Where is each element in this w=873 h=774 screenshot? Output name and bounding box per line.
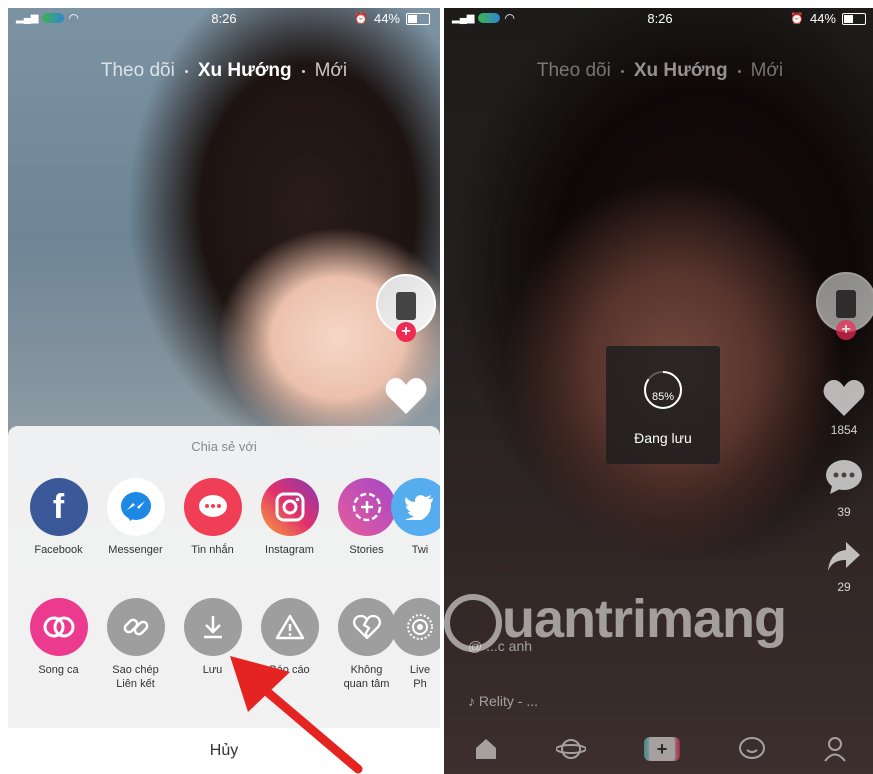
saving-dialog: 85% Đang lưu (606, 346, 720, 464)
inbox-icon[interactable] (738, 736, 766, 762)
red-arrow-icon (230, 656, 363, 774)
share-label: Facebook (34, 544, 83, 556)
share-facebook[interactable]: f Facebook (20, 478, 97, 557)
home-icon[interactable] (473, 737, 499, 761)
music-title: Relity - ... (478, 693, 539, 709)
messenger-icon (106, 478, 165, 536)
left-screen: ▂▄▆ ◠ 8:26 ⏰ 44% Theo dõi Xu Hướng Mới +… (8, 8, 440, 774)
discover-icon[interactable] (556, 736, 587, 762)
follow-plus-icon[interactable]: + (396, 322, 416, 342)
alarm-icon: ⏰ (354, 13, 368, 25)
plus-icon: + (648, 737, 675, 761)
share-twitter[interactable]: Twi (391, 478, 440, 557)
action-label: Song ca (38, 664, 79, 676)
action-copy-link[interactable]: Sao chép Liên kết (97, 598, 174, 691)
caption-music[interactable]: ♪ Relity - ... (468, 693, 538, 709)
saving-label: Đang lưu (634, 430, 692, 446)
progress-ring-icon (644, 371, 682, 409)
status-bar: ▂▄▆ ◠ 8:26 ⏰ 44% (8, 8, 440, 30)
share-label: Twi (411, 544, 429, 556)
tab-trending[interactable]: Xu Hướng (198, 60, 292, 82)
instagram-icon (260, 478, 319, 536)
battery-icon (406, 12, 430, 25)
right-screen: ▂▄▆ ◠ 8:26 ⏰ 44% Theo dõi Xu Hướng Mới +… (444, 8, 873, 774)
duet-icon (29, 598, 88, 656)
share-message[interactable]: Tin nhắn (174, 478, 251, 557)
tab-new[interactable]: Mới (315, 60, 348, 82)
link-icon (106, 598, 165, 656)
feed-tabs: Theo dõi Xu Hướng Mới (444, 60, 873, 82)
alarm-icon: ⏰ (790, 13, 804, 25)
share-label: Tin nhắn (191, 544, 234, 556)
share-count: 29 (837, 580, 851, 594)
share-label: Instagram (265, 544, 314, 556)
create-video-button[interactable]: + (643, 737, 680, 761)
tab-new[interactable]: Mới (751, 60, 784, 82)
like-count: 1854 (830, 423, 858, 437)
caption-username[interactable]: @ ...c anh (468, 638, 532, 654)
share-label: Stories (349, 544, 384, 556)
profile-icon[interactable] (823, 736, 847, 762)
share-label: Messenger (108, 544, 163, 556)
tab-following[interactable]: Theo dõi (101, 60, 175, 82)
share-row-apps: f Facebook Messenger Tin nhắn Instagram … (20, 478, 440, 557)
share-arrow-icon[interactable] (826, 540, 862, 574)
follow-plus-icon[interactable]: + (836, 320, 856, 340)
tab-trending[interactable]: Xu Hướng (634, 60, 728, 82)
message-icon (183, 478, 242, 536)
bottom-navigation: + (444, 724, 873, 774)
action-live-photo[interactable]: Live Ph (391, 598, 440, 691)
tab-separator (184, 69, 188, 73)
share-sheet-title: Chia sẻ với (191, 439, 257, 454)
feed-tabs: Theo dõi Xu Hướng Mới (8, 60, 440, 82)
battery-icon (842, 12, 866, 25)
music-note-icon: ♪ (468, 693, 479, 709)
battery-percent: 44% (373, 11, 400, 26)
comment-icon[interactable] (824, 458, 864, 496)
share-messenger[interactable]: Messenger (97, 478, 174, 557)
tab-separator (620, 69, 624, 73)
like-heart-icon[interactable] (822, 378, 866, 418)
facebook-icon: f (29, 478, 88, 536)
share-instagram[interactable]: Instagram (251, 478, 328, 557)
comment-count: 39 (837, 505, 851, 519)
tab-separator (301, 69, 305, 73)
action-label: Sao chép Liên kết (112, 664, 159, 690)
tab-separator (737, 69, 741, 73)
action-duet[interactable]: Song ca (20, 598, 97, 691)
status-bar: ▂▄▆ ◠ 8:26 ⏰ 44% (444, 8, 873, 30)
twitter-icon (391, 478, 440, 536)
live-photo-icon (391, 598, 440, 656)
tab-following[interactable]: Theo dõi (537, 60, 611, 82)
battery-percent: 44% (809, 11, 836, 26)
saving-percent: 85% (651, 391, 675, 403)
like-heart-icon[interactable] (384, 376, 428, 416)
action-label: Live Ph (409, 664, 431, 690)
stories-icon (337, 478, 396, 536)
watermark-text: uantrimang (502, 589, 787, 649)
